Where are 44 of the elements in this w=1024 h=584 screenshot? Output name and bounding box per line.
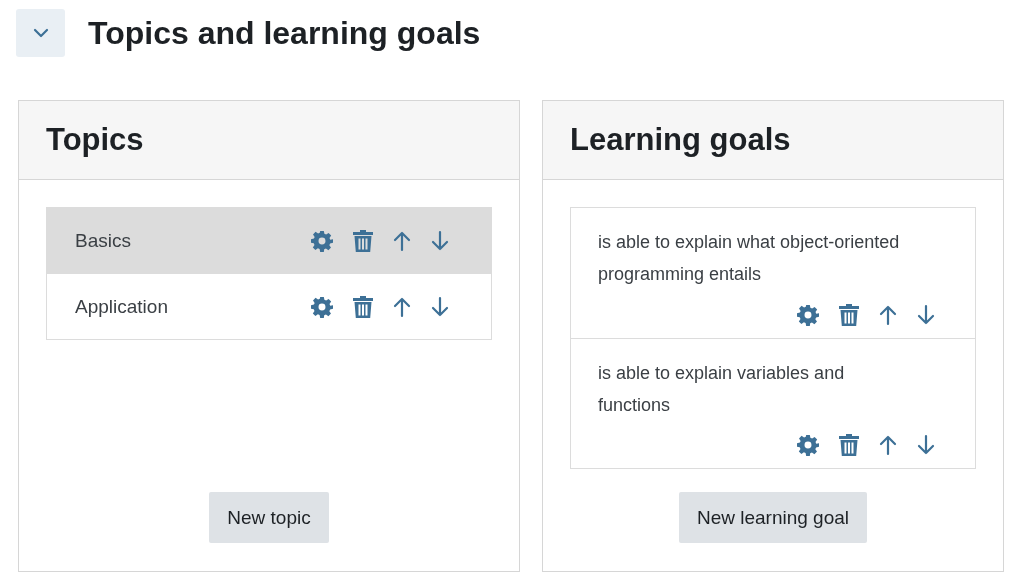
delete-button[interactable] xyxy=(839,434,859,456)
section-title: Topics and learning goals xyxy=(88,14,481,52)
learning-goal-text: is able to explain variables and functions xyxy=(598,362,846,417)
up-arrow-icon xyxy=(879,304,897,326)
topic-label: Basics xyxy=(75,229,132,252)
trash-icon xyxy=(353,295,373,318)
settings-button[interactable] xyxy=(797,304,819,326)
topic-label: Application xyxy=(75,295,169,318)
settings-icon xyxy=(311,295,333,318)
trash-icon xyxy=(839,304,859,326)
new-learning-goal-button[interactable]: New learning goal xyxy=(678,492,868,543)
settings-icon xyxy=(797,434,819,456)
settings-icon xyxy=(797,304,819,326)
down-arrow-icon xyxy=(431,295,449,318)
settings-button[interactable] xyxy=(797,434,819,456)
new-topic-button[interactable]: New topic xyxy=(209,492,329,543)
move-down-button[interactable] xyxy=(431,229,449,252)
delete-button[interactable] xyxy=(353,229,373,252)
trash-icon xyxy=(839,434,859,456)
settings-button[interactable] xyxy=(311,295,333,318)
move-up-button[interactable] xyxy=(393,229,411,252)
settings-icon xyxy=(311,229,333,252)
down-arrow-icon xyxy=(917,304,935,326)
up-arrow-icon xyxy=(393,229,411,252)
move-up-button[interactable] xyxy=(879,434,897,456)
up-arrow-icon xyxy=(393,295,411,318)
panel-title: Topics xyxy=(46,122,144,158)
topic-row[interactable]: Basics xyxy=(47,208,491,273)
delete-button[interactable] xyxy=(353,295,373,318)
move-up-button[interactable] xyxy=(393,295,411,318)
trash-icon xyxy=(353,229,373,252)
delete-button[interactable] xyxy=(839,304,859,326)
down-arrow-icon xyxy=(917,434,935,456)
up-arrow-icon xyxy=(879,434,897,456)
move-down-button[interactable] xyxy=(917,434,935,456)
move-down-button[interactable] xyxy=(917,304,935,326)
collapse-toggle[interactable] xyxy=(16,9,65,57)
settings-button[interactable] xyxy=(311,229,333,252)
move-up-button[interactable] xyxy=(879,304,897,326)
chevron-icon xyxy=(31,27,50,39)
learning-goal-text: is able to explain what object-oriented programming entails xyxy=(598,231,901,286)
move-down-button[interactable] xyxy=(431,295,449,318)
down-arrow-icon xyxy=(431,229,449,252)
panel-title: Learning goals xyxy=(570,122,791,158)
